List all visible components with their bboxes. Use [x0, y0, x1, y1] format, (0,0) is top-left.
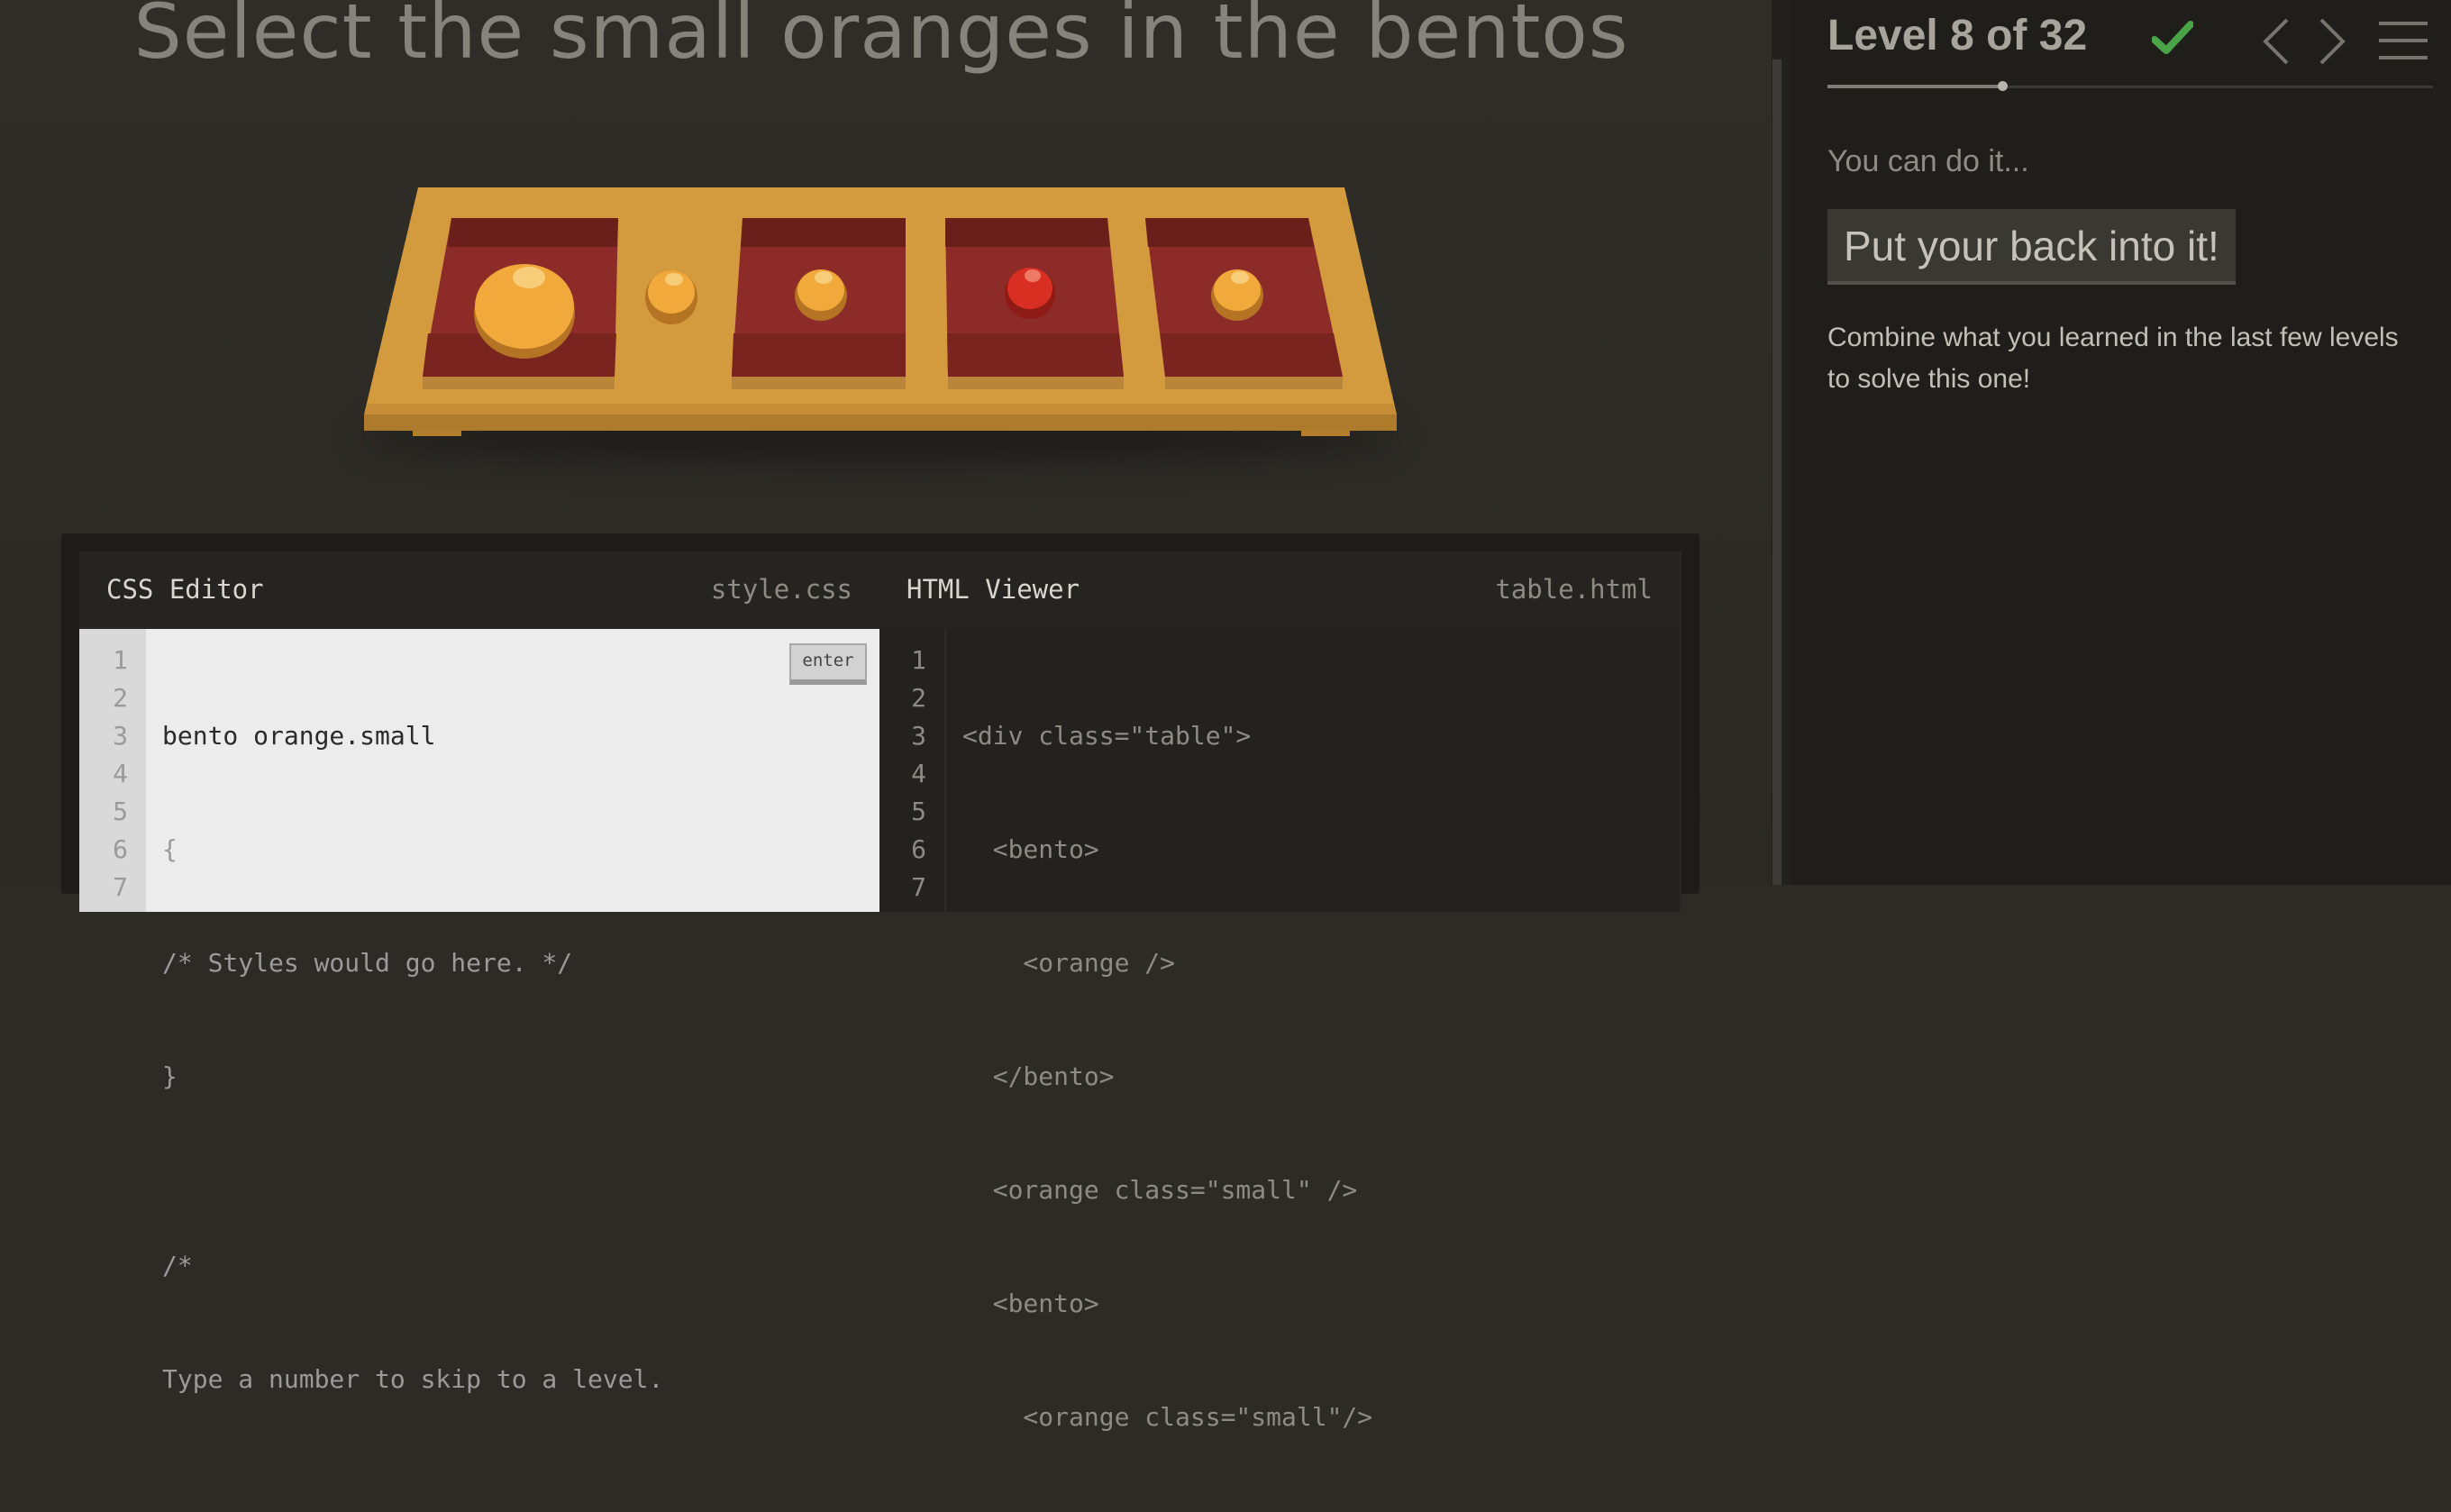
orange-large[interactable]	[474, 264, 575, 359]
line-number: 1	[113, 645, 128, 675]
enter-button[interactable]: enter	[789, 643, 867, 685]
level-instruction: Select the small oranges in the bentos	[133, 0, 1629, 76]
line-number: 6	[113, 834, 128, 864]
markup-line[interactable]: <bento>	[962, 831, 1680, 869]
code-line: Type a number to skip to a level.	[162, 1364, 664, 1394]
menu-icon[interactable]	[2377, 18, 2429, 63]
encouragement-label: You can do it...	[1827, 144, 2029, 178]
css-editor-title: CSS Editor	[106, 574, 264, 605]
table-lip	[364, 404, 1397, 414]
markup-line[interactable]: <div class="table">	[962, 717, 1680, 755]
markup-line[interactable]: <orange class="small"/>	[962, 1398, 1680, 1436]
css-line-numbers: 1 2 3 4 5 6 7	[79, 629, 146, 912]
css-editor-filename: style.css	[710, 574, 852, 605]
level-title: Level 8 of 32	[1827, 12, 2088, 59]
level-progress-marker	[1998, 81, 2008, 91]
line-number: 1	[911, 645, 926, 675]
html-viewer: HTML Viewer table.html 1 2 3 4 5 6 7 <di…	[879, 551, 1681, 1432]
html-code-area: <div class="table"> <bento> <orange /> <…	[946, 629, 1680, 1432]
markup-line[interactable]: <orange class="small" />	[962, 1171, 1680, 1209]
table-illustration	[364, 187, 1397, 436]
cheer-message: Put your back into it!	[1827, 209, 2236, 285]
html-viewer-title: HTML Viewer	[907, 574, 1080, 605]
line-number: 5	[113, 797, 128, 826]
line-number: 4	[113, 759, 128, 788]
code-line: /*	[162, 1251, 193, 1280]
orange-small[interactable]	[645, 270, 697, 324]
level-hint: Combine what you learned in the last few…	[1827, 323, 2399, 394]
css-editor: CSS Editor style.css 1 2 3 4 5 6 7 { /* …	[79, 551, 879, 1394]
chevron-left-icon[interactable]	[2258, 16, 2294, 67]
line-number: 6	[911, 834, 926, 864]
markup-line[interactable]: </bento>	[962, 1058, 1680, 1096]
code-line: {	[162, 834, 178, 864]
code-line: /* Styles would go here. */	[162, 948, 573, 978]
check-icon	[2152, 21, 2193, 54]
line-number: 2	[911, 683, 926, 713]
table-scene	[342, 171, 1424, 469]
html-viewer-header: HTML Viewer table.html	[879, 551, 1680, 630]
level-progress-fill	[1827, 85, 2002, 88]
html-line-numbers: 1 2 3 4 5 6 7	[879, 629, 946, 912]
markup-line[interactable]: <orange />	[962, 944, 1680, 982]
line-number: 3	[911, 721, 926, 751]
chevron-right-icon[interactable]	[2314, 16, 2350, 67]
markup-line[interactable]: <bento>	[962, 1285, 1680, 1323]
css-editor-header: CSS Editor style.css	[79, 551, 879, 630]
line-number: 7	[113, 872, 128, 902]
scrollbar-thumb[interactable]	[1772, 59, 1781, 885]
game-area: Select the small oranges in the bentos C…	[0, 0, 1772, 1432]
line-number: 2	[113, 683, 128, 713]
editor-panel: CSS Editor style.css 1 2 3 4 5 6 7 { /* …	[61, 533, 1699, 1432]
line-number: 7	[911, 872, 926, 902]
level-sidebar: Level 8 of 32 You can do it... Put your …	[1791, 0, 2451, 885]
table-edge	[364, 414, 1397, 431]
code-line: }	[162, 1061, 178, 1091]
line-number: 4	[911, 759, 926, 788]
html-viewer-filename: table.html	[1495, 574, 1653, 605]
css-selector-input[interactable]	[162, 717, 703, 755]
line-number: 3	[113, 721, 128, 751]
line-number: 5	[911, 797, 926, 826]
css-code-area: { /* Styles would go here. */ } /* Type …	[146, 629, 879, 1394]
